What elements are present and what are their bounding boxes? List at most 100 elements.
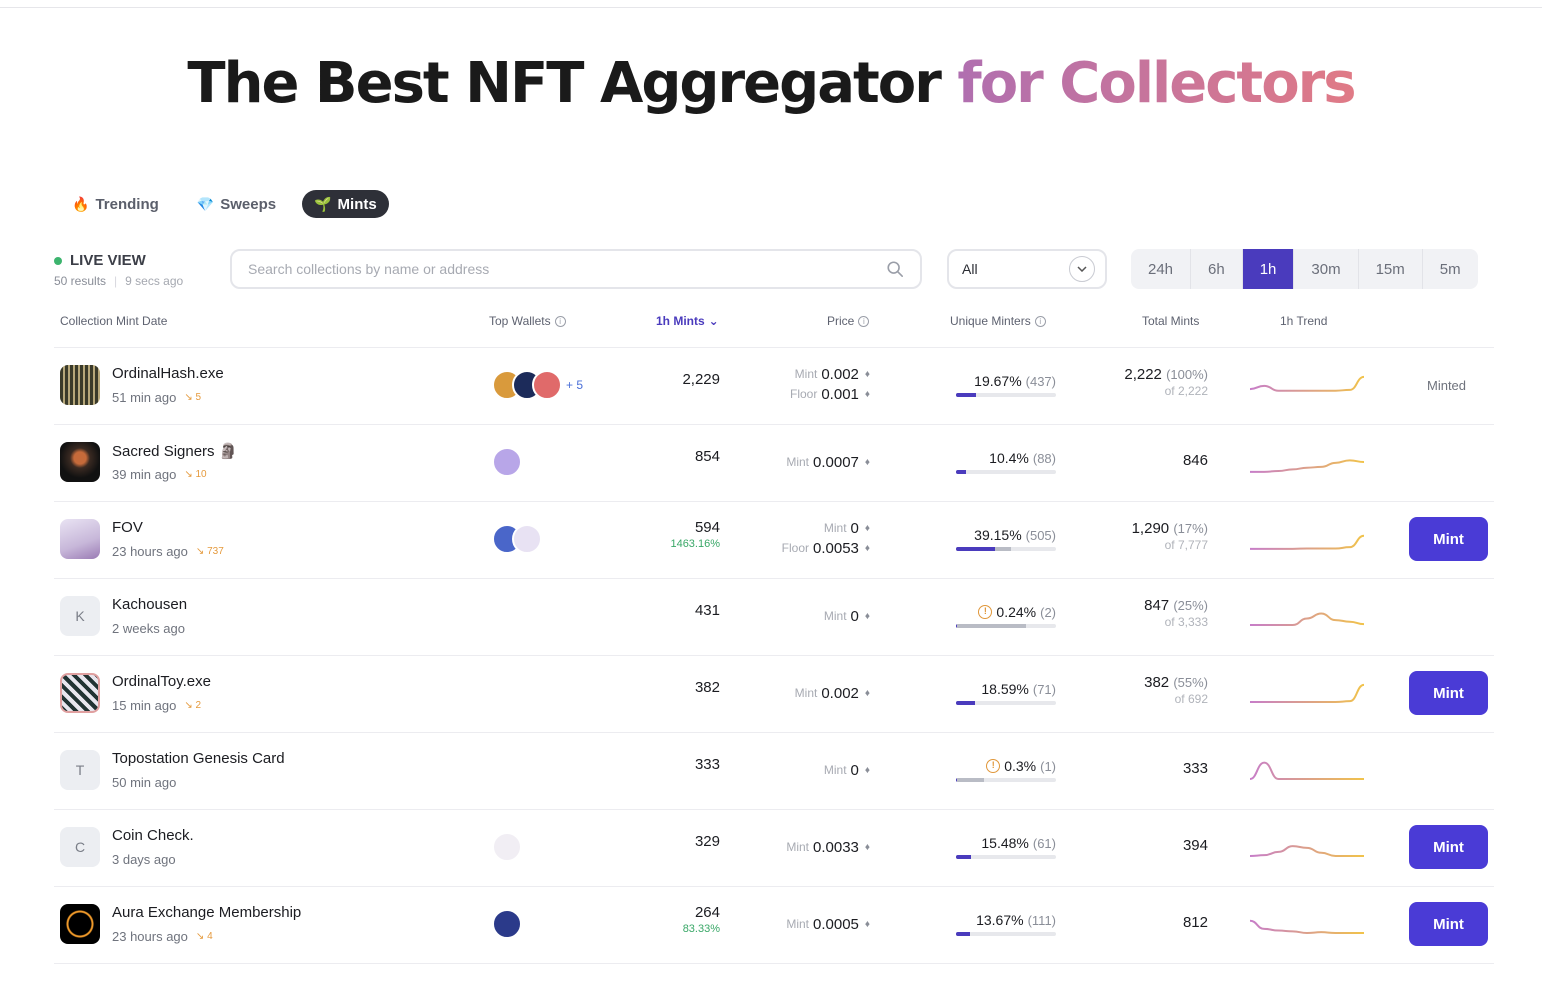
timeframe-15m[interactable]: 15m (1359, 249, 1423, 289)
collection-name[interactable]: OrdinalToy.exe (112, 673, 211, 690)
price-cell: Mint 0.002 ♦ Floor 0.001 ♦ (790, 365, 870, 403)
trend-line (1249, 845, 1364, 857)
table-row[interactable]: Sacred Signers 🗿 39 min ago ↘ 10 854 Mint 0… (54, 424, 1494, 501)
top-wallets[interactable] (492, 831, 522, 863)
collection-avatar: T (60, 750, 100, 790)
tab-sweeps[interactable]: 💎 Sweeps (185, 190, 288, 218)
unique-minters-bar (956, 701, 1056, 705)
row-divider (54, 809, 1494, 810)
collection-meta: 23 hours ago ↘ 737 (112, 544, 224, 559)
collection-name[interactable]: Kachousen (112, 596, 187, 613)
collection-name[interactable]: FOV (112, 519, 143, 536)
tab-mints[interactable]: 🌱 Mints (302, 190, 389, 218)
unique-minters: 19.67% (437) (956, 373, 1056, 397)
mints-change: 83.33% (682, 923, 720, 935)
trend-sparkline (1250, 534, 1365, 550)
collection-name[interactable]: Topostation Genesis Card (112, 750, 285, 767)
row-divider (54, 424, 1494, 425)
top-wallets[interactable] (492, 523, 542, 555)
wallet-avatar[interactable] (492, 832, 522, 862)
collection-name[interactable]: Sacred Signers 🗿 (112, 442, 237, 460)
wallet-avatar[interactable] (512, 524, 542, 554)
timeframe-24h[interactable]: 24h (1131, 249, 1192, 289)
col-collection[interactable]: Collection Mint Date (60, 314, 167, 328)
collection-avatar (60, 442, 100, 482)
trend-sparkline (1249, 375, 1365, 392)
collection-name[interactable]: Coin Check. (112, 827, 194, 844)
top-wallets[interactable]: + 5 (492, 369, 583, 401)
row-divider (54, 655, 1494, 656)
mint-button[interactable]: Mint (1409, 517, 1488, 561)
collection-name[interactable]: Aura Exchange Membership (112, 904, 301, 921)
total-mints: 382 (55%) of 692 (1144, 674, 1208, 706)
table-row[interactable]: FOV 23 hours ago ↘ 737 594 1463.16% Mint 0 ♦… (54, 501, 1494, 578)
chevron-down-icon (1069, 256, 1095, 282)
collection-avatar (60, 365, 100, 405)
table-row[interactable]: T Topostation Genesis Card 50 min ago 333 … (54, 732, 1494, 809)
more-wallets-link[interactable]: + 5 (566, 378, 583, 392)
search-input[interactable] (248, 261, 886, 277)
top-wallets[interactable] (492, 908, 522, 940)
collection-name[interactable]: OrdinalHash.exe (112, 365, 224, 382)
trend-line (1250, 534, 1365, 550)
filter-select[interactable]: All (947, 249, 1107, 289)
table-row[interactable]: OrdinalHash.exe 51 min ago ↘ 5 + 5 2,229 Mi… (54, 347, 1494, 424)
table-header: Collection Mint Date Top Wallets i 1h Min… (54, 314, 1494, 330)
trend-sparkline (1249, 612, 1365, 626)
page-title: The Best NFT Aggregator for Collectors (0, 50, 1542, 118)
unique-minters-bar (956, 393, 1056, 397)
mint-price: 0 (850, 761, 859, 779)
mint-button[interactable]: Mint (1409, 902, 1488, 946)
top-divider (0, 7, 1542, 8)
col-unique-minters[interactable]: Unique Minters i (950, 314, 1046, 328)
timeframe-30m[interactable]: 30m (1294, 249, 1359, 289)
unique-minters-bar (956, 547, 1056, 551)
tab-trending[interactable]: 🔥 Trending (60, 190, 171, 218)
eth-icon: ♦ (864, 687, 870, 699)
col-price[interactable]: Price i (827, 314, 870, 328)
col-1h-mints[interactable]: 1h Mints ⌄ (656, 314, 719, 328)
unique-minters: ! 0.24% (2) (956, 604, 1056, 628)
wallet-avatar[interactable] (492, 447, 522, 477)
collection-meta: 15 min ago ↘ 2 (112, 698, 202, 713)
trend-line (1249, 375, 1365, 392)
mint-price: 0 (850, 607, 859, 625)
mints-1h: 329 (694, 833, 720, 850)
timeframe-1h[interactable]: 1h (1242, 249, 1295, 289)
table-row[interactable]: K Kachousen 2 weeks ago 431 Mint 0 ♦ ! 0.24%(… (54, 578, 1494, 655)
trend-line (1249, 761, 1364, 780)
timeframe-5m[interactable]: 5m (1423, 249, 1478, 289)
eth-icon: ♦ (864, 841, 870, 853)
collection-meta: 39 min ago ↘ 10 (112, 467, 207, 482)
total-mints: 847 (25%) of 3,333 (1144, 597, 1208, 629)
col-total-mints[interactable]: Total Mints (1142, 314, 1199, 328)
top-wallets[interactable] (492, 446, 522, 478)
category-tabs: 🔥 Trending 💎 Sweeps 🌱 Mints (60, 190, 389, 218)
unique-minters: ! 0.3% (1) (956, 758, 1056, 782)
wallet-avatar[interactable] (532, 370, 562, 400)
timeframe-selector: 24h 6h 1h 30m 15m 5m (1131, 249, 1478, 289)
unique-minters: 18.59% (71) (956, 681, 1056, 705)
trend-sparkline (1250, 459, 1365, 473)
table-row[interactable]: OrdinalToy.exe 15 min ago ↘ 2 382 Mint 0.00… (54, 655, 1494, 732)
info-icon: i (1034, 315, 1046, 327)
search-icon[interactable] (886, 260, 904, 278)
mint-button[interactable]: Mint (1409, 671, 1488, 715)
mint-button[interactable]: Mint (1409, 825, 1488, 869)
warning-icon: ! (978, 605, 993, 619)
table-row[interactable]: C Coin Check. 3 days ago 329 Mint 0.0033 ♦ 1… (54, 809, 1494, 886)
wallet-avatar[interactable] (492, 909, 522, 939)
mint-price: 0.002 (821, 365, 859, 383)
trend-line (1250, 459, 1365, 473)
collection-avatar (60, 904, 100, 944)
info-icon: i (554, 315, 566, 327)
collection-avatar (60, 673, 100, 713)
eth-icon: ♦ (864, 522, 870, 534)
mint-price: 0.0007 (813, 453, 859, 471)
timeframe-6h[interactable]: 6h (1191, 249, 1243, 289)
table-row[interactable]: Aura Exchange Membership 23 hours ago ↘ 4 … (54, 886, 1494, 963)
col-top-wallets[interactable]: Top Wallets i (489, 314, 566, 328)
trend-line (1249, 612, 1365, 626)
row-divider (54, 732, 1494, 733)
title-main: The Best NFT Aggregator (187, 51, 941, 116)
